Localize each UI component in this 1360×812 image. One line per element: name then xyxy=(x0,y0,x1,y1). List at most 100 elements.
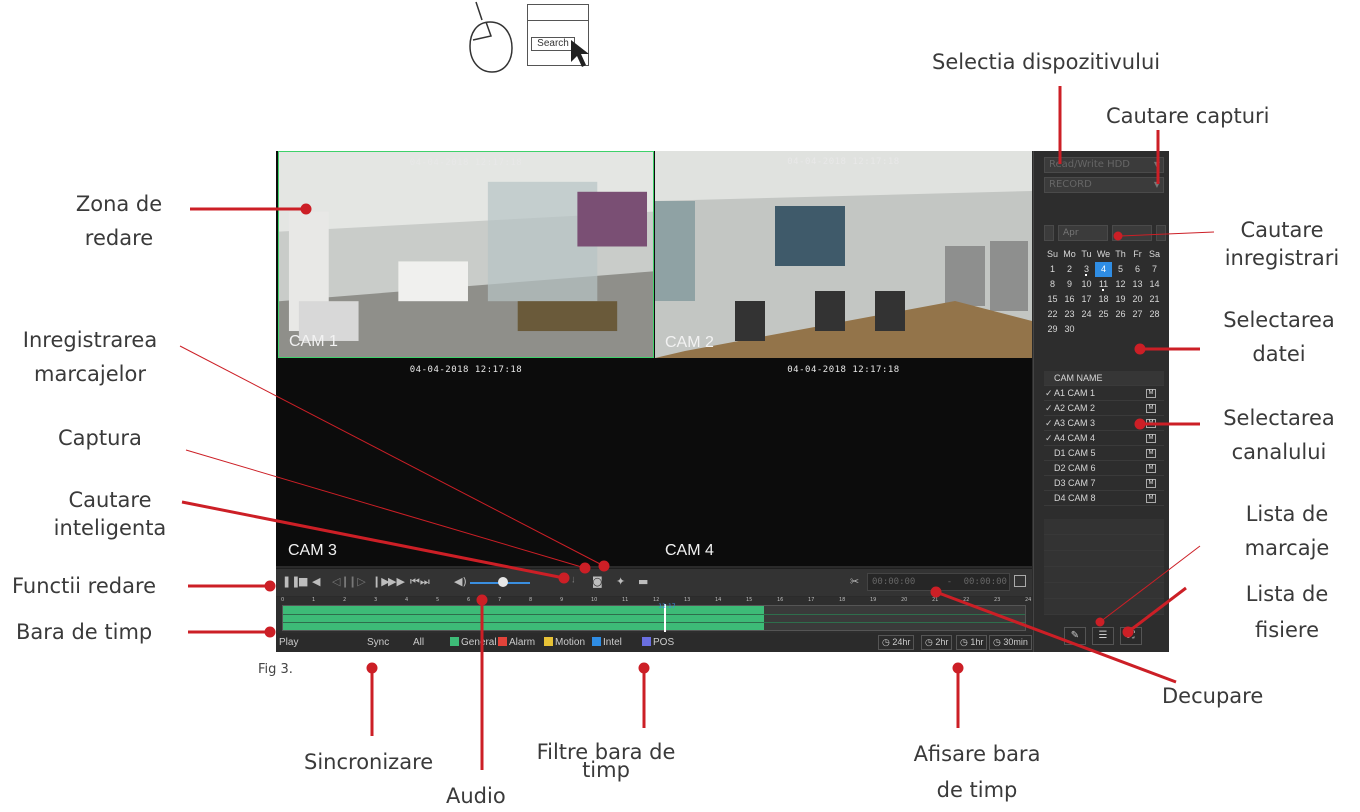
fast-forward-icon[interactable]: ▶▶ xyxy=(388,575,405,589)
calendar-day[interactable]: 25 xyxy=(1095,307,1112,322)
channel-mark-icon[interactable]: M xyxy=(1146,404,1156,413)
next-month-button[interactable] xyxy=(1156,225,1166,241)
scale-24hr[interactable]: ◷ 24hr xyxy=(878,635,915,650)
channel-list-header[interactable]: CAM NAME xyxy=(1044,371,1164,386)
calendar-day[interactable]: 1 xyxy=(1044,262,1061,277)
camera-tile-1[interactable]: 04-04-2018 12:17:18 CAM 1 xyxy=(278,151,654,358)
prev-month-button[interactable] xyxy=(1044,225,1054,241)
bookmark-pin-icon[interactable]: ✦ xyxy=(616,575,625,589)
calendar-day[interactable]: 22 xyxy=(1044,307,1061,322)
fullscreen-button[interactable]: ⛶ xyxy=(1120,627,1142,645)
clip-time-range[interactable]: 00:00:00 - 00:00:00 xyxy=(867,573,1010,591)
callout-sync: Sincronizare xyxy=(304,750,434,774)
channel-row[interactable]: D3 CAM 7 M xyxy=(1044,476,1164,491)
calendar-day[interactable]: 18 xyxy=(1095,292,1112,307)
channel-check-icon[interactable]: ✓ xyxy=(1045,416,1053,431)
channel-mark-icon[interactable]: M xyxy=(1146,389,1156,398)
timebar-track[interactable]: 12:17 xyxy=(282,603,1026,632)
channel-mark-icon[interactable]: M xyxy=(1146,494,1156,503)
calendar-day[interactable]: 3 xyxy=(1078,262,1095,277)
weekday-label: Fr xyxy=(1133,249,1142,259)
all-checkbox[interactable]: All xyxy=(402,636,424,649)
calendar-day[interactable]: 4 xyxy=(1095,262,1112,277)
calendar-day[interactable]: 28 xyxy=(1146,307,1163,322)
timebar-hour-tick: 23 xyxy=(994,597,1001,603)
channel-mark-icon[interactable]: M xyxy=(1146,449,1156,458)
callout-audio: Audio xyxy=(446,784,506,808)
volume-knob[interactable] xyxy=(498,577,508,587)
channel-mark-icon[interactable]: M xyxy=(1146,419,1156,428)
calendar-day[interactable]: 9 xyxy=(1061,277,1078,292)
device-dropdown[interactable]: Read/Write HDD ▼ xyxy=(1044,157,1164,173)
calendar-day[interactable]: 16 xyxy=(1061,292,1078,307)
calendar-day[interactable]: 26 xyxy=(1112,307,1129,322)
calendar-day[interactable]: 21 xyxy=(1146,292,1163,307)
prev-next-day-icon[interactable]: ⏮⏭ xyxy=(410,575,430,589)
calendar-day[interactable]: 15 xyxy=(1044,292,1061,307)
channel-row[interactable]: ✓ A4 CAM 4 M xyxy=(1044,431,1164,446)
channel-check-icon[interactable]: ✓ xyxy=(1045,386,1053,401)
camera-1-timestamp: 04-04-2018 12:17:18 xyxy=(409,158,523,168)
record-type-dropdown[interactable]: RECORD ▼ xyxy=(1044,177,1164,193)
channel-row[interactable]: D4 CAM 8 M xyxy=(1044,491,1164,506)
calendar-day[interactable]: 7 xyxy=(1146,262,1163,277)
calendar-day[interactable]: 14 xyxy=(1146,277,1163,292)
camera-tile-3[interactable]: 04-04-2018 12:17:18 CAM 3 xyxy=(278,359,654,566)
channel-mark-icon[interactable]: M xyxy=(1146,479,1156,488)
filter-intel[interactable]: Intel xyxy=(592,636,622,649)
scale-30min[interactable]: ◷ 30min xyxy=(989,635,1032,650)
sync-checkbox[interactable]: Sync xyxy=(356,636,389,649)
audio-volume-icon[interactable]: ◀) xyxy=(454,575,467,589)
callout-playback-zone: Zona de redare xyxy=(75,192,163,250)
bookmark-list-button[interactable]: ✎ xyxy=(1064,627,1086,645)
calendar-day[interactable]: 11 xyxy=(1095,277,1112,292)
channel-row[interactable]: ✓ A3 CAM 3 M xyxy=(1044,416,1164,431)
scale-2hr[interactable]: ◷ 2hr xyxy=(921,635,953,650)
snapshot-icon[interactable]: ◙ xyxy=(592,575,603,589)
month-select[interactable]: Apr xyxy=(1058,225,1108,241)
scale-1hr[interactable]: ◷ 1hr xyxy=(956,635,988,650)
tag-icon[interactable]: ▬ xyxy=(638,575,648,589)
year-select[interactable] xyxy=(1112,225,1152,241)
scissors-icon[interactable]: ✂ xyxy=(850,575,859,589)
smart-search-icon[interactable]: ᛍ xyxy=(570,575,577,589)
calendar-day[interactable]: 27 xyxy=(1129,307,1146,322)
calendar-day[interactable]: 13 xyxy=(1129,277,1146,292)
calendar-day[interactable]: 10 xyxy=(1078,277,1095,292)
calendar-day[interactable]: 8 xyxy=(1044,277,1061,292)
file-list-button[interactable]: ☰ xyxy=(1092,627,1114,645)
camera-2-label: CAM 2 xyxy=(665,334,714,351)
channel-check-icon[interactable]: ✓ xyxy=(1045,401,1053,416)
filter-pos[interactable]: POS xyxy=(642,636,674,649)
calendar-day[interactable]: 5 xyxy=(1112,262,1129,277)
calendar-day[interactable]: 17 xyxy=(1078,292,1095,307)
calendar-day[interactable]: 2 xyxy=(1061,262,1078,277)
stop-icon[interactable]: ■ xyxy=(298,575,308,589)
calendar-day[interactable]: 12 xyxy=(1112,277,1129,292)
channel-check-icon[interactable]: ✓ xyxy=(1045,431,1053,446)
channel-row[interactable]: D1 CAM 5 M xyxy=(1044,446,1164,461)
channel-mark-icon[interactable]: M xyxy=(1146,434,1156,443)
filter-alarm[interactable]: Alarm xyxy=(498,636,535,649)
calendar-day[interactable]: 24 xyxy=(1078,307,1095,322)
filter-general[interactable]: General xyxy=(450,636,497,649)
save-clip-icon[interactable] xyxy=(1014,575,1026,587)
calendar-day[interactable]: 20 xyxy=(1129,292,1146,307)
reverse-play-icon[interactable]: ◀ xyxy=(312,575,320,589)
calendar-day[interactable]: 19 xyxy=(1112,292,1129,307)
calendar-day[interactable]: 23 xyxy=(1061,307,1078,322)
camera-tile-4[interactable]: 04-04-2018 12:17:18 CAM 4 xyxy=(655,359,1032,566)
channel-row[interactable]: ✓ A1 CAM 1 M xyxy=(1044,386,1164,401)
camera-tile-2[interactable]: 04-04-2018 12:17:18 CAM 2 xyxy=(655,151,1032,358)
channel-row[interactable]: ✓ A2 CAM 2 M xyxy=(1044,401,1164,416)
channel-row[interactable]: D2 CAM 6 M xyxy=(1044,461,1164,476)
calendar-day[interactable]: 30 xyxy=(1061,322,1078,337)
next-frame-icon[interactable]: ❙▷ xyxy=(348,575,366,589)
calendar: Su Mo Tu We Th Fr Sa 1 2 3 4 5 6 7 8 9 10 11 12 13 14 15 16 17 1… xyxy=(1044,247,1164,337)
timebar-hour-tick: 9 xyxy=(560,597,564,603)
calendar-day[interactable]: 29 xyxy=(1044,322,1061,337)
filter-motion[interactable]: Motion xyxy=(544,636,585,649)
calendar-day[interactable]: 6 xyxy=(1129,262,1146,277)
clip-end-time: 00:00:00 xyxy=(963,577,1007,587)
channel-mark-icon[interactable]: M xyxy=(1146,464,1156,473)
